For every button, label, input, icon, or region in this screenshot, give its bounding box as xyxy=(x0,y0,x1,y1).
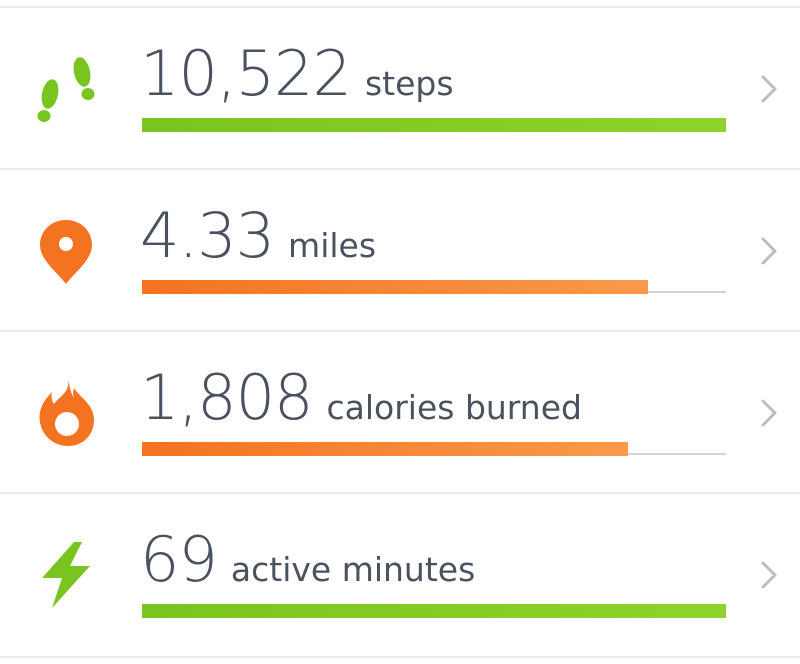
stat-value-line: 69 active minutes xyxy=(140,520,475,600)
active-minutes-unit: active minutes xyxy=(230,550,476,589)
calories-progress-bar xyxy=(142,442,726,456)
stat-row-steps[interactable]: 10,522 steps xyxy=(0,8,800,166)
steps-progress-fill xyxy=(142,118,726,132)
steps-progress-bar xyxy=(142,118,726,132)
footsteps-icon xyxy=(30,52,102,124)
calories-progress-fill xyxy=(142,442,628,456)
lightning-bolt-icon xyxy=(30,538,102,610)
location-pin-icon xyxy=(30,214,102,286)
steps-value: 10,522 xyxy=(140,37,352,110)
chevron-right-icon[interactable] xyxy=(755,71,783,107)
calories-value: 1,808 xyxy=(140,361,313,434)
calories-unit: calories burned xyxy=(326,388,582,427)
stat-value-line: 4.33 miles xyxy=(140,196,376,276)
stat-value-line: 10,522 steps xyxy=(140,34,454,114)
active-minutes-progress-fill xyxy=(142,604,726,618)
divider xyxy=(0,656,800,658)
flame-icon xyxy=(30,376,102,448)
miles-progress-bar xyxy=(142,280,726,294)
chevron-right-icon[interactable] xyxy=(755,395,783,431)
stats-list: 10,522 steps 4.33 miles 1,808 calories b… xyxy=(0,0,800,664)
active-minutes-value: 69 xyxy=(140,523,218,596)
miles-progress-fill xyxy=(142,280,648,294)
stat-row-miles[interactable]: 4.33 miles xyxy=(0,170,800,328)
chevron-right-icon[interactable] xyxy=(755,557,783,593)
stat-row-active-minutes[interactable]: 69 active minutes xyxy=(0,494,800,652)
steps-unit: steps xyxy=(364,64,454,103)
miles-value: 4.33 xyxy=(140,199,275,272)
active-minutes-progress-bar xyxy=(142,604,726,618)
chevron-right-icon[interactable] xyxy=(755,233,783,269)
stat-value-line: 1,808 calories burned xyxy=(140,358,582,438)
stat-row-calories[interactable]: 1,808 calories burned xyxy=(0,332,800,490)
miles-unit: miles xyxy=(288,226,377,265)
